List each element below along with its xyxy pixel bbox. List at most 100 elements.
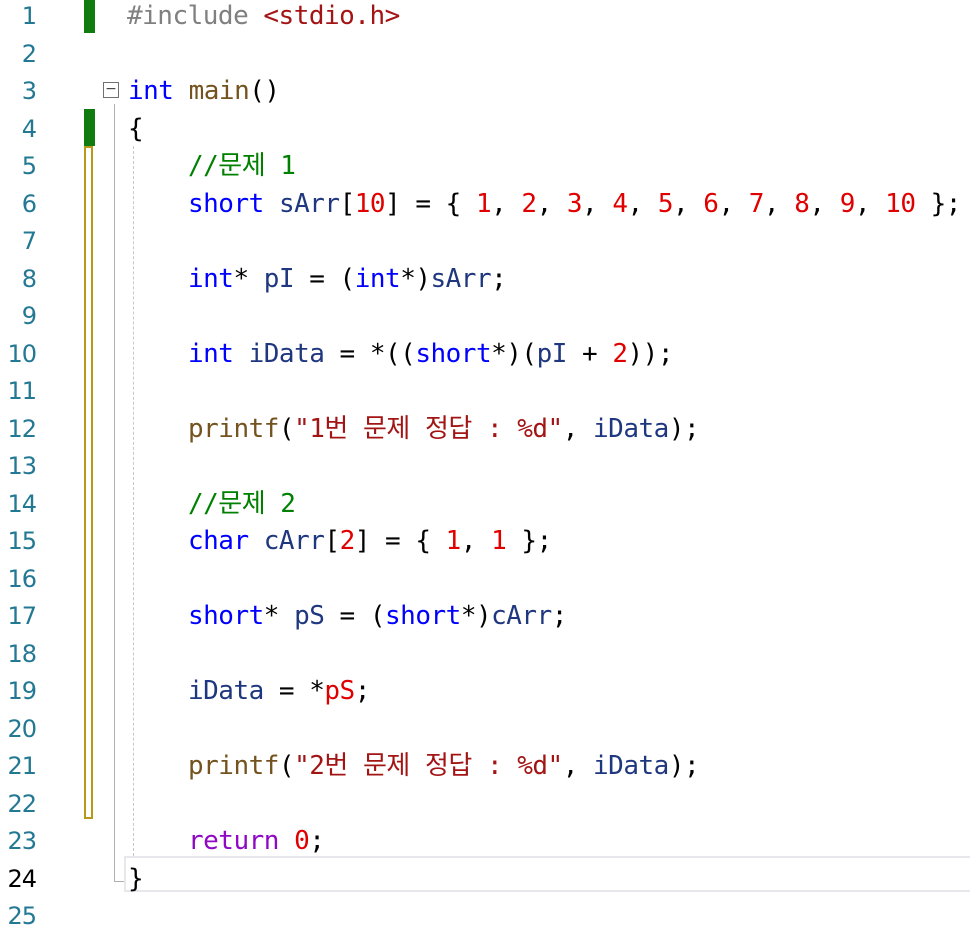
code-token: ));	[627, 338, 674, 369]
code-token: +	[566, 338, 613, 369]
code-text[interactable]: int main()	[128, 76, 280, 106]
code-text[interactable]: //문제 2	[188, 488, 296, 519]
code-line[interactable]: 21 printf("2번 문제 정답 : %d", iData);	[0, 751, 970, 789]
code-line[interactable]: 5 //문제 1	[0, 151, 970, 189]
code-token: ;	[309, 826, 325, 856]
line-number: 7	[21, 227, 37, 255]
code-line[interactable]: 25	[0, 901, 970, 939]
code-line[interactable]: 14 //문제 2	[0, 489, 970, 527]
code-token: (	[278, 413, 295, 444]
code-text[interactable]: //문제 1	[188, 151, 296, 181]
code-token: 10	[354, 188, 386, 219]
code-text[interactable]: }	[128, 864, 144, 894]
code-token: = *	[263, 676, 325, 706]
code-editor[interactable]: − 1 #include <stdio.h> 2 3 int main() 4{5//문제…	[0, 0, 970, 935]
code-line[interactable]: 8 int* pI = (int*)sArr;	[0, 264, 970, 302]
code-line[interactable]: 24}	[0, 864, 970, 902]
code-token: *	[263, 601, 295, 631]
code-text[interactable]: {	[128, 114, 144, 144]
line-number: 8	[21, 264, 37, 293]
line-number: 23	[7, 827, 37, 855]
code-token: 5	[657, 188, 674, 219]
code-token: };	[915, 188, 962, 219]
code-token: sArr	[430, 263, 492, 294]
code-text[interactable]: iData = *pS;	[188, 676, 370, 706]
code-token: iData	[593, 413, 669, 444]
code-token: //문제 2	[188, 488, 296, 519]
code-line[interactable]: 16	[0, 564, 970, 602]
code-token: "1번 문제 정답 : %d"	[294, 413, 563, 444]
code-token: 3	[566, 188, 583, 219]
code-token: 2	[612, 338, 628, 369]
code-line[interactable]: 10 int iData = *((short*)(pI + 2));	[0, 339, 970, 377]
code-text[interactable]: int iData = *((short*)(pI + 2));	[188, 339, 673, 369]
code-token: printf	[188, 751, 279, 781]
code-token: *	[233, 263, 264, 294]
code-token: cArr	[491, 601, 552, 631]
code-token: ] = {	[385, 188, 476, 219]
code-text[interactable]: printf("2번 문제 정답 : %d", iData);	[188, 751, 700, 781]
code-token: pS	[294, 601, 325, 631]
line-number: 4	[21, 114, 37, 143]
code-token: cArr	[263, 526, 325, 556]
code-text[interactable]: short sArr[10] = { 1, 2, 3, 4, 5, 6, 7, …	[188, 189, 961, 219]
code-line[interactable]: 11	[0, 376, 970, 414]
line-number: 11	[7, 377, 37, 405]
code-line[interactable]: 7	[0, 226, 970, 264]
code-line[interactable]: 3 int main()	[0, 76, 970, 114]
code-token: main	[188, 76, 250, 106]
code-token: ,	[809, 188, 840, 219]
code-token: pS	[324, 676, 355, 706]
code-token: short	[188, 188, 264, 219]
code-line[interactable]: 1 #include <stdio.h>	[0, 1, 970, 39]
code-token: 6	[703, 188, 719, 219]
line-number: 17	[7, 602, 37, 630]
code-text[interactable]: char cArr[2] = { 1, 1 };	[188, 526, 552, 556]
line-number: 1	[21, 2, 37, 30]
code-token: "2번 문제 정답 : %d"	[294, 751, 563, 781]
code-token: 8	[794, 188, 810, 219]
code-token: 1	[445, 526, 462, 556]
code-line[interactable]: 15 char cArr[2] = { 1, 1 };	[0, 526, 970, 564]
line-number: 6	[21, 189, 37, 218]
code-text[interactable]: int* pI = (int*)sArr;	[188, 263, 507, 294]
code-text[interactable]: short* pS = (short*)cArr;	[188, 601, 567, 631]
code-token: 9	[839, 188, 856, 219]
code-token: iData	[248, 338, 325, 369]
code-text[interactable]: #include <stdio.h>	[127, 1, 400, 31]
code-token: );	[668, 413, 700, 444]
code-token: short	[188, 601, 264, 631]
code-token: #include	[127, 1, 264, 31]
code-line[interactable]: 4{	[0, 114, 970, 152]
code-token: iData	[188, 676, 264, 706]
code-token: ,	[536, 188, 567, 219]
code-token: printf	[188, 413, 279, 444]
code-text[interactable]: return 0;	[188, 826, 325, 856]
code-token: *)	[400, 263, 431, 294]
code-line[interactable]: 23 return 0;	[0, 826, 970, 864]
code-token: ;	[354, 676, 371, 706]
line-number: 22	[7, 789, 37, 818]
code-line[interactable]: 6 short sArr[10] = { 1, 2, 3, 4, 5, 6, 7,…	[0, 189, 970, 227]
code-line[interactable]: 18	[0, 639, 970, 677]
code-text[interactable]: printf("1번 문제 정답 : %d", iData);	[188, 413, 700, 444]
code-line[interactable]: 12 printf("1번 문제 정답 : %d", iData);	[0, 414, 970, 452]
code-line[interactable]: 19 iData = *pS;	[0, 676, 970, 714]
code-line[interactable]: 20	[0, 714, 970, 752]
code-token: 7	[748, 188, 765, 219]
code-token: 4	[612, 188, 628, 219]
code-token: //문제 1	[188, 151, 296, 181]
code-line[interactable]: 2	[0, 39, 970, 77]
code-token: int	[128, 76, 174, 106]
code-token: ,	[562, 751, 594, 781]
code-line[interactable]: 17 short* pS = (short*)cArr;	[0, 601, 970, 639]
code-token: ,	[672, 188, 704, 219]
code-token: int	[354, 263, 401, 294]
code-line[interactable]: 13	[0, 451, 970, 489]
code-line[interactable]: 9	[0, 301, 970, 339]
code-line[interactable]: 22	[0, 789, 970, 827]
code-token: ,	[718, 188, 749, 219]
